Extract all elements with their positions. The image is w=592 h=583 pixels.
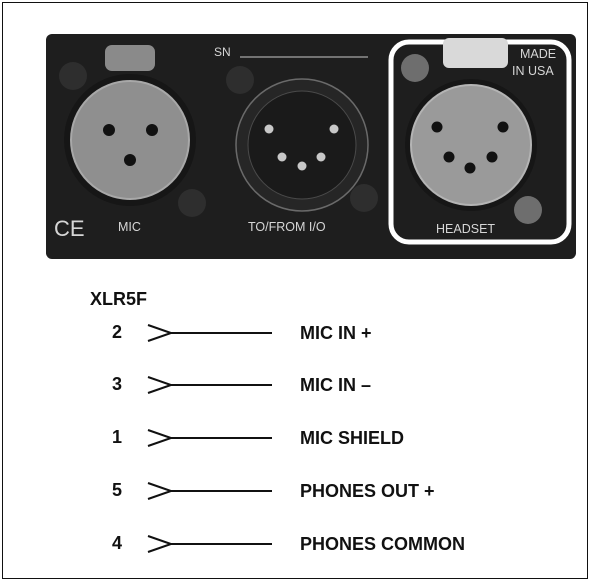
mic-label: MIC [118,220,141,234]
made-in-line-1: MADE [520,47,556,61]
serial-label: SN [214,45,231,59]
pin-signal: MIC SHIELD [300,428,404,448]
io-label: TO/FROM I/O [248,220,326,234]
mounting-hole [350,184,378,212]
pin-hole [497,121,509,133]
pin-hole [146,124,158,136]
mounting-hole [226,66,254,94]
pin-hole [124,154,136,166]
pin-hole [464,162,476,174]
connector-diagram: SN MADE IN USA CE MIC TO/FROM I/O HEADSE… [46,34,576,554]
pin-signal: PHONES OUT + [300,481,435,501]
pin-chevron [147,324,175,342]
pin [316,152,326,162]
pin-number: 5 [112,480,122,500]
pin [264,124,274,134]
pin-number: 4 [112,533,122,553]
pin-chevron [147,376,175,394]
connector-face [247,90,357,200]
ce-mark: CE [54,216,85,241]
headset-label: HEADSET [436,222,495,236]
pin-hole [486,151,498,163]
pin-number: 2 [112,322,122,342]
mounting-hole [178,189,206,217]
pin-signal: PHONES COMMON [300,534,465,554]
pin-number: 1 [112,427,122,447]
pin-chevron [147,482,175,500]
latch-tab [443,38,508,68]
mounting-hole [514,196,542,224]
pin-row: 2 MIC IN + [112,322,372,343]
pin-chevron [147,429,175,447]
made-in-line-2: IN USA [512,64,554,78]
pin-row: 5 PHONES OUT + [112,480,435,501]
connector-face [70,80,190,200]
pin-hole [431,121,443,133]
pin-number: 3 [112,374,122,394]
pin-hole [443,151,455,163]
pin-signal: MIC IN – [300,375,371,395]
connector-face [410,84,532,206]
pin [297,161,307,171]
pin [277,152,287,162]
pin-chevron [147,535,175,553]
pin [329,124,339,134]
mounting-hole [59,62,87,90]
mounting-hole [401,54,429,82]
pin-hole [103,124,115,136]
pin-row: 4 PHONES COMMON [112,533,465,554]
pin-row: 3 MIC IN – [112,374,371,395]
pin-row: 1 MIC SHIELD [112,427,404,448]
connector-type-label: XLR5F [90,289,147,309]
pin-signal: MIC IN + [300,323,372,343]
latch-tab [105,45,155,71]
